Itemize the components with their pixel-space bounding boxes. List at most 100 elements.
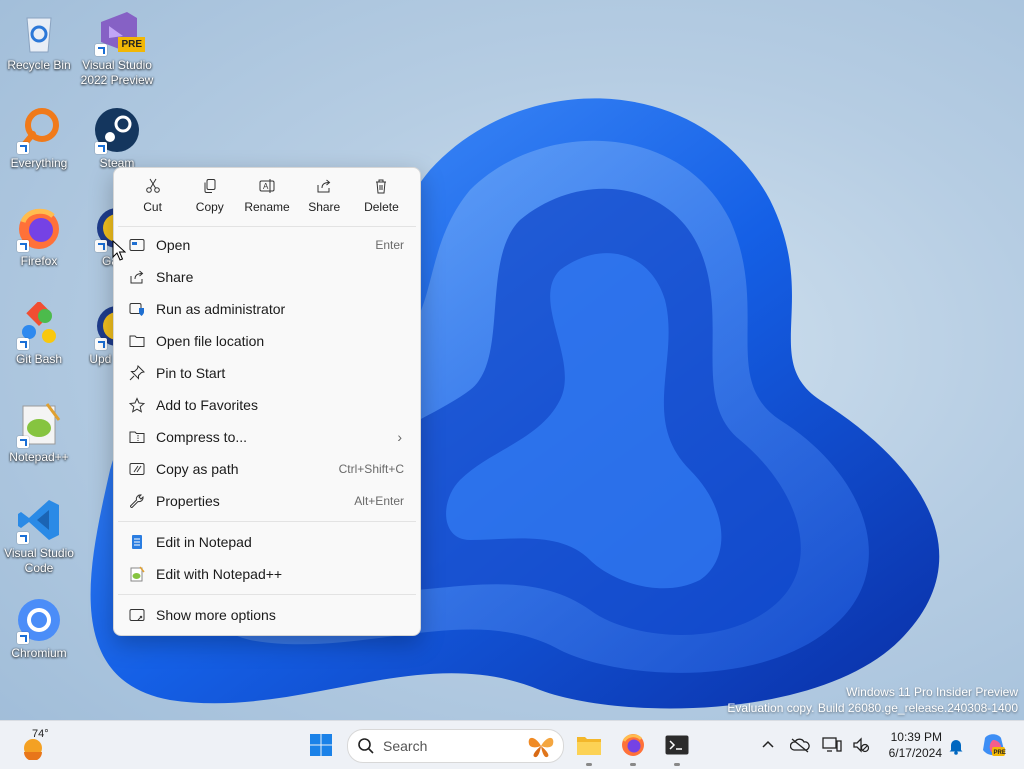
trash-icon — [376, 179, 387, 194]
cut-label: Cut — [143, 200, 162, 214]
desktop-icon-label: Recycle Bin — [7, 58, 71, 72]
firefox-icon — [622, 734, 644, 756]
menu-item-add-to-favorites[interactable]: Add to Favorites — [114, 389, 420, 421]
search-placeholder: Search — [383, 738, 428, 754]
menu-item-label: Open file location — [156, 333, 265, 349]
desktop-icon-notepadpp[interactable]: Notepad++ — [1, 394, 77, 465]
watermark-line2: Evaluation copy. Build 26080.ge_release.… — [727, 701, 1018, 715]
start-button[interactable] — [304, 721, 338, 769]
watermark-line1: Windows 11 Pro Insider Preview — [846, 685, 1018, 699]
recycle-bin-icon — [15, 8, 63, 56]
network-display-icon[interactable] — [822, 736, 842, 754]
rename-icon: A — [259, 179, 275, 193]
weather-widget[interactable]: 74° — [14, 721, 64, 769]
menu-item-label: Properties — [156, 493, 220, 509]
desktop-icon-visual-studio-2022[interactable]: PRE Visual Studio 2022 Preview — [79, 2, 155, 88]
desktop-icon-recycle-bin[interactable]: Recycle Bin — [1, 2, 77, 73]
share-button[interactable]: Share — [296, 168, 353, 226]
copy-button[interactable]: Copy — [181, 168, 238, 226]
windows-logo-icon — [310, 734, 332, 756]
clock-date: 6/17/2024 — [888, 746, 942, 760]
zip-icon — [128, 428, 146, 446]
speaker-muted-icon[interactable] — [852, 736, 870, 754]
desktop-icon-label: Git Bash — [15, 352, 63, 366]
preview-badge: PRE — [118, 37, 145, 52]
menu-item-share[interactable]: Share — [114, 261, 420, 293]
delete-button[interactable]: Delete — [353, 168, 410, 226]
rename-label: Rename — [244, 200, 290, 214]
path-icon — [128, 460, 146, 478]
svg-text:A: A — [263, 182, 269, 191]
desktop-icon-vscode[interactable]: Visual Studio Code — [1, 490, 77, 576]
magnifier-app-icon — [15, 106, 63, 154]
menu-item-copy-as-path[interactable]: Copy as path Ctrl+Shift+C — [114, 453, 420, 485]
copy-icon — [204, 179, 216, 193]
menu-item-label: Add to Favorites — [156, 397, 258, 413]
clock[interactable]: 10:39 PM 6/17/2024 — [882, 729, 942, 761]
copilot-icon[interactable]: PRE — [980, 732, 1006, 758]
shortcut-hint: Enter — [375, 238, 404, 252]
menu-item-run-as-administrator[interactable]: Run as administrator — [114, 293, 420, 325]
shortcut-arrow-icon — [95, 44, 107, 56]
menu-item-edit-in-notepad[interactable]: Edit in Notepad — [114, 526, 420, 558]
chevron-up-icon[interactable] — [760, 737, 776, 753]
shortcut-arrow-icon — [17, 338, 29, 350]
more-options-icon — [128, 606, 146, 624]
firefox-icon — [15, 204, 63, 252]
taskbar-terminal[interactable] — [662, 721, 692, 769]
folder-icon — [577, 737, 601, 755]
folder-icon — [128, 332, 146, 350]
menu-item-pin-to-start[interactable]: Pin to Start — [114, 357, 420, 389]
taskbar-search-box[interactable]: Search — [347, 729, 564, 763]
notepadpp-icon — [128, 565, 146, 583]
onedrive-offline-icon[interactable] — [790, 737, 810, 753]
wrench-icon — [128, 492, 146, 510]
running-indicator — [630, 763, 636, 766]
menu-item-open[interactable]: Open Enter — [114, 229, 420, 261]
delete-label: Delete — [364, 200, 399, 214]
pin-icon — [128, 364, 146, 382]
shield-icon — [128, 300, 146, 318]
desktop-icon-label: Chromium — [11, 646, 67, 660]
desktop-icon-chromium[interactable]: Chromium — [1, 590, 77, 661]
notepad-icon — [128, 533, 146, 551]
star-icon — [128, 396, 146, 414]
menu-item-label: Show more options — [156, 607, 276, 623]
desktop-icon-label: Visual Studio 2022 Preview — [80, 58, 154, 87]
shortcut-arrow-icon — [17, 240, 29, 252]
menu-item-label: Open — [156, 237, 191, 253]
shortcut-arrow-icon — [17, 436, 29, 448]
rename-button[interactable]: A Rename — [238, 168, 295, 226]
desktop-icon-firefox[interactable]: Firefox — [1, 198, 77, 269]
desktop-icon-everything[interactable]: Everything — [1, 100, 77, 171]
menu-item-properties[interactable]: Properties Alt+Enter — [114, 485, 420, 517]
desktop-icon-label: Notepad++ — [9, 450, 69, 464]
notification-bell-icon[interactable] — [948, 737, 964, 755]
system-tray — [760, 721, 870, 769]
menu-item-show-more-options[interactable]: Show more options — [114, 599, 420, 631]
clock-time: 10:39 PM — [890, 730, 942, 744]
desktop-icon-label: Firefox — [20, 254, 58, 268]
menu-item-open-file-location[interactable]: Open file location — [114, 325, 420, 357]
share-icon — [317, 179, 331, 193]
shortcut-arrow-icon — [17, 532, 29, 544]
taskbar-file-explorer[interactable] — [574, 721, 604, 769]
cut-button[interactable]: Cut — [124, 168, 181, 226]
menu-item-label: Edit with Notepad++ — [156, 566, 283, 582]
menu-item-edit-with-notepadpp[interactable]: Edit with Notepad++ — [114, 558, 420, 590]
shortcut-hint: Alt+Enter — [354, 494, 404, 508]
desktop-icon-steam[interactable]: Steam — [79, 100, 155, 171]
menu-item-label: Compress to... — [156, 429, 248, 445]
desktop-icon-git-bash[interactable]: Git Bash — [1, 296, 77, 367]
menu-item-compress-to[interactable]: Compress to... › — [114, 421, 420, 453]
visual-studio-icon: PRE — [93, 8, 145, 56]
terminal-icon — [665, 735, 689, 755]
steam-icon — [93, 106, 141, 154]
context-menu: Cut Copy A Rename Share Delete Open Ente… — [113, 167, 421, 636]
svg-text:PRE: PRE — [994, 750, 1006, 756]
chevron-right-icon: › — [397, 429, 402, 445]
chromium-icon — [15, 596, 63, 644]
shortcut-arrow-icon — [95, 240, 107, 252]
git-bash-icon — [15, 300, 63, 350]
taskbar-firefox[interactable] — [618, 721, 648, 769]
